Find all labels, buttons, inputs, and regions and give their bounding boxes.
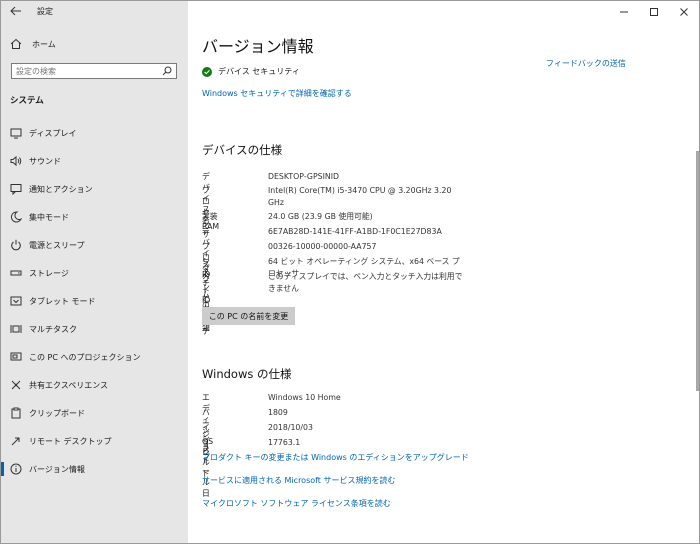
projection-icon xyxy=(10,352,22,361)
monitor-icon xyxy=(10,128,22,139)
spec-value: 6E7AB28D-141E-41FF-A1BD-1F0C1E27D83A xyxy=(268,227,442,236)
security-details-link[interactable]: Windows セキュリティで詳細を確認する xyxy=(202,88,352,99)
spec-value: このディスプレイでは、ペン入力とタッチ入力は利用できません xyxy=(268,272,463,293)
home-nav-item[interactable]: ホーム xyxy=(10,38,56,50)
sidebar-item-tablet-mode[interactable]: タブレット モード xyxy=(1,287,188,315)
clipboard-icon xyxy=(11,407,21,419)
spec-key: ペンとタッチ xyxy=(202,272,210,336)
power-icon xyxy=(11,239,21,251)
sidebar-item-label: タブレット モード xyxy=(29,297,96,306)
section-label-system: システム xyxy=(10,96,44,106)
spec-value: 1809 xyxy=(268,408,288,417)
search-box[interactable] xyxy=(11,63,177,79)
spec-value: 00326-10000-00000-AA757 xyxy=(268,242,377,251)
sidebar-item-notifications[interactable]: 通知とアクション xyxy=(1,175,188,203)
sidebar-item-label: ディスプレイ xyxy=(29,129,77,138)
settings-window: ホーム システム ディスプレイ サウンド 通知とアクション 集中モード xyxy=(0,0,700,544)
sidebar-item-storage[interactable]: ストレージ xyxy=(1,259,188,287)
product-key-link[interactable]: プロダクト キーの変更または Windows のエディションをアップグレード xyxy=(202,452,469,463)
active-indicator xyxy=(1,462,4,476)
spec-value: Windows 10 Home xyxy=(268,393,341,402)
sidebar-item-projection[interactable]: この PC へのプロジェクション xyxy=(1,343,188,371)
page-title: バージョン情報 xyxy=(202,37,314,56)
rename-pc-button[interactable]: この PC の名前を変更 xyxy=(202,307,295,325)
home-label: ホーム xyxy=(32,39,56,49)
sidebar-nav: ディスプレイ サウンド 通知とアクション 集中モード 電源とスリープ ストレージ xyxy=(1,119,188,483)
search-icon[interactable] xyxy=(162,66,172,76)
sidebar-item-label: マルチタスク xyxy=(29,325,77,334)
moon-icon xyxy=(10,211,22,223)
sidebar-item-label: サウンド xyxy=(29,157,61,166)
back-arrow-icon[interactable] xyxy=(9,4,23,18)
security-status: デバイス セキュリティ xyxy=(202,66,300,77)
sidebar-item-label: ストレージ xyxy=(29,269,69,278)
windows-specs-heading: Windows の仕様 xyxy=(202,367,292,381)
storage-icon xyxy=(10,270,22,276)
sidebar-item-clipboard[interactable]: クリップボード xyxy=(1,399,188,427)
license-terms-link[interactable]: マイクロソフト ソフトウェア ライセンス条項を読む xyxy=(202,498,391,509)
sidebar-item-power-sleep[interactable]: 電源とスリープ xyxy=(1,231,188,259)
sidebar-item-label: 共有エクスペリエンス xyxy=(29,381,109,390)
info-icon xyxy=(10,463,22,475)
device-specs-heading: デバイスの仕様 xyxy=(202,143,283,157)
sidebar-item-sound[interactable]: サウンド xyxy=(1,147,188,175)
spec-value: DESKTOP-GPSINID xyxy=(268,172,340,181)
spec-value: 2018/10/03 xyxy=(268,423,313,432)
shared-icon xyxy=(11,380,21,390)
service-agreement-link[interactable]: サービスに適用される Microsoft サービス規約を読む xyxy=(202,475,396,486)
window-title: 設定 xyxy=(37,7,53,16)
spec-value: 24.0 GB (23.9 GB 使用可能) xyxy=(268,212,373,221)
sidebar-item-label: 集中モード xyxy=(29,213,69,222)
search-input[interactable] xyxy=(16,65,156,77)
sidebar-item-label: この PC へのプロジェクション xyxy=(29,353,141,362)
multitask-icon xyxy=(10,325,22,333)
home-icon xyxy=(10,38,22,49)
sidebar-item-about[interactable]: バージョン情報 xyxy=(1,455,188,483)
sidebar-item-multitasking[interactable]: マルチタスク xyxy=(1,315,188,343)
sidebar-item-display[interactable]: ディスプレイ xyxy=(1,119,188,147)
security-status-label: デバイス セキュリティ xyxy=(218,67,300,76)
notification-icon xyxy=(10,184,22,195)
main-content: バージョン情報 フィードバックの送信 デバイス セキュリティ Windows セ… xyxy=(188,1,699,543)
sidebar-item-label: 電源とスリープ xyxy=(29,241,85,250)
check-circle-icon xyxy=(202,66,212,77)
sidebar-item-label: リモート デスクトップ xyxy=(29,437,112,446)
scrollbar[interactable] xyxy=(696,151,699,391)
remote-icon xyxy=(11,437,20,446)
spec-value: 17763.1 xyxy=(268,438,301,447)
speaker-icon xyxy=(10,155,22,167)
sidebar-item-label: バージョン情報 xyxy=(29,465,85,474)
feedback-link[interactable]: フィードバックの送信 xyxy=(546,58,626,69)
sidebar-item-label: 通知とアクション xyxy=(29,185,93,194)
tablet-icon xyxy=(10,296,22,306)
sidebar: ホーム システム ディスプレイ サウンド 通知とアクション 集中モード xyxy=(1,1,188,543)
spec-value: Intel(R) Core(TM) i5-3470 CPU @ 3.20GHz … xyxy=(268,186,452,207)
sidebar-item-shared-experiences[interactable]: 共有エクスペリエンス xyxy=(1,371,188,399)
sidebar-item-remote-desktop[interactable]: リモート デスクトップ xyxy=(1,427,188,455)
sidebar-item-focus-assist[interactable]: 集中モード xyxy=(1,203,188,231)
sidebar-item-label: クリップボード xyxy=(29,409,85,418)
